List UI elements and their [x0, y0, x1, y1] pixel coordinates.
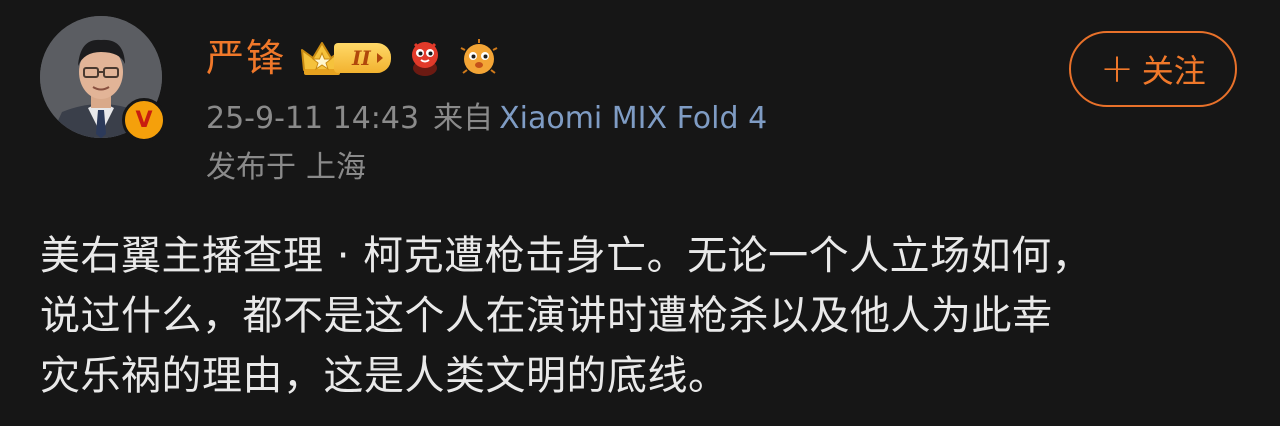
red-mascot-icon[interactable]: [405, 38, 445, 78]
avatar-container[interactable]: V: [40, 16, 166, 142]
source-prefix: 来自: [433, 101, 494, 136]
post-text-line: 美右翼主播查理 · 柯克遭枪击身亡。无论一个人立场如何，: [40, 233, 1093, 279]
post-timestamp: 25-9-11 14:43: [206, 101, 420, 136]
rank-level-label: II: [334, 43, 391, 73]
rank-badge[interactable]: II: [300, 38, 391, 78]
post-body[interactable]: 美右翼主播查理 · 柯克遭枪击身亡。无论一个人立场如何， 说过什么，都不是这个人…: [40, 226, 1250, 406]
author-name[interactable]: 严锋: [206, 34, 286, 82]
follow-button[interactable]: + 关注: [1069, 31, 1237, 107]
post-location: 发布于 上海: [206, 149, 366, 187]
plus-icon: +: [1100, 46, 1134, 92]
post-meta: 25-9-11 14:43 来自 Xiaomi MIX Fold 4: [206, 100, 767, 138]
location-name: 上海: [306, 150, 366, 185]
post-text-line: 灾乐祸的理由，这是人类文明的底线。: [40, 353, 729, 399]
author-name-row: 严锋 II: [206, 34, 499, 82]
verified-mark: V: [135, 107, 153, 133]
follow-button-label: 关注: [1141, 52, 1206, 90]
post-text-line: 说过什么，都不是这个人在演讲时遭枪杀以及他人为此幸: [40, 293, 1053, 339]
location-prefix: 发布于: [206, 150, 296, 185]
verified-badge-icon: V: [122, 98, 166, 142]
source-device-link[interactable]: Xiaomi MIX Fold 4: [499, 101, 767, 136]
pufferfish-icon[interactable]: [459, 38, 499, 78]
